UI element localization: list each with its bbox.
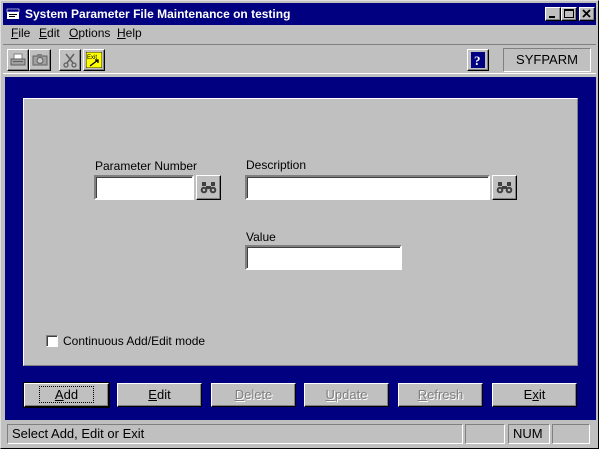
toolbar: Exit ? SYFPARM (3, 44, 596, 74)
binoculars-icon (200, 182, 217, 194)
menu-edit[interactable]: Edit (39, 26, 60, 40)
exit-button[interactable]: Exit (492, 383, 577, 407)
menu-options[interactable]: Options (69, 26, 110, 40)
description-field[interactable] (245, 175, 490, 200)
value-label: Value (246, 230, 276, 244)
app-window: System Parameter File Maintenance on tes… (0, 0, 599, 449)
cut-button[interactable] (59, 49, 81, 71)
delete-button[interactable]: Delete (211, 383, 296, 407)
status-panel-extra (552, 424, 590, 444)
edit-button[interactable]: Edit (117, 383, 202, 407)
menu-bar: File Edit Options Help (3, 25, 596, 43)
minimize-icon (549, 16, 555, 18)
parameter-number-label: Parameter Number (95, 159, 198, 173)
binoculars-icon (496, 182, 513, 194)
question-icon: ? (471, 52, 485, 68)
print-icon (10, 53, 26, 66)
svg-text:?: ? (474, 53, 481, 68)
help-button[interactable]: ? (467, 49, 489, 71)
parameter-lookup-button[interactable] (196, 175, 221, 200)
refresh-button[interactable]: Refresh (398, 383, 483, 407)
status-bar: Select Add, Edit or Exit NUM (3, 423, 596, 445)
app-icon (6, 8, 20, 19)
exit-tool-button[interactable]: Exit (83, 49, 105, 71)
camera-icon (32, 54, 48, 66)
close-icon (582, 9, 591, 18)
update-button[interactable]: Update (304, 383, 389, 407)
minimize-button[interactable] (545, 7, 561, 21)
title-bar[interactable]: System Parameter File Maintenance on tes… (3, 3, 596, 25)
num-lock-indicator: NUM (508, 424, 550, 444)
menu-file[interactable]: File (11, 26, 30, 40)
close-button[interactable] (579, 7, 595, 21)
form-background: Parameter Number Description Value Conti… (5, 77, 596, 420)
window-title: System Parameter File Maintenance on tes… (25, 7, 291, 21)
add-button[interactable]: Add (23, 382, 110, 408)
maximize-button[interactable] (561, 7, 577, 21)
description-label: Description (246, 158, 307, 172)
value-field[interactable] (245, 245, 402, 270)
scissors-icon (63, 53, 77, 68)
description-lookup-button[interactable] (492, 175, 517, 200)
form-panel: Parameter Number Description Value Conti… (23, 98, 578, 366)
menu-help[interactable]: Help (117, 26, 142, 40)
exit-icon: Exit (86, 52, 102, 68)
status-message: Select Add, Edit or Exit (7, 424, 463, 444)
parameter-number-field[interactable] (94, 175, 194, 200)
continuous-mode-label: Continuous Add/Edit mode (63, 334, 206, 348)
print-button[interactable] (7, 49, 29, 71)
maximize-icon (564, 9, 574, 18)
status-panel-blank (465, 424, 505, 444)
camera-button[interactable] (29, 49, 51, 71)
app-code-label: SYFPARM (503, 48, 591, 72)
continuous-mode-checkbox[interactable] (46, 335, 58, 347)
